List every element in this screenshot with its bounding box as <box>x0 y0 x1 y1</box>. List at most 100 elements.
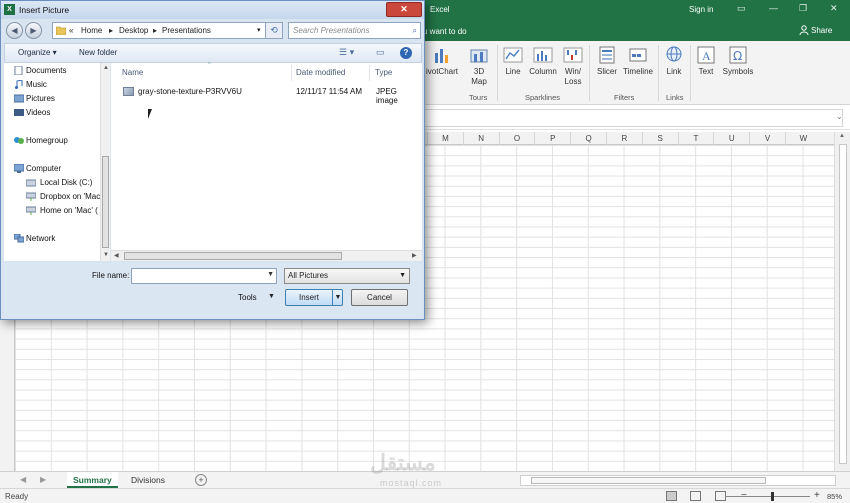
tools-menu[interactable]: Tools <box>238 293 257 302</box>
hscroll-thumb[interactable] <box>531 477 766 484</box>
zoom-slider[interactable] <box>725 496 810 497</box>
nav-videos[interactable]: Videos <box>26 108 102 117</box>
nav-pictures[interactable]: Pictures <box>26 94 102 103</box>
back-button[interactable]: ◀ <box>6 22 23 39</box>
file-list-hscrollbar[interactable]: ◀ ▶ <box>111 250 422 261</box>
column-header-name[interactable]: Name <box>122 68 143 77</box>
path-presentations[interactable]: Presentations <box>162 23 211 38</box>
prev-sheet-icon[interactable]: ◀ <box>20 475 26 484</box>
zoom-in-icon[interactable]: + <box>814 490 820 501</box>
maximize-icon[interactable]: ❐ <box>799 3 807 14</box>
forward-button[interactable]: ▶ <box>25 22 42 39</box>
zoom-slider-knob[interactable] <box>771 492 774 501</box>
column-header[interactable]: R <box>606 132 642 145</box>
scroll-left-icon[interactable]: ◀ <box>114 252 119 259</box>
chevron-down-icon[interactable]: ▼ <box>399 269 406 283</box>
file-list-scroll-thumb[interactable] <box>124 252 342 260</box>
chevron-down-icon[interactable]: ▾ <box>257 23 261 38</box>
formula-input[interactable] <box>423 109 843 127</box>
normal-view-icon[interactable] <box>666 491 677 501</box>
scroll-up-icon[interactable]: ▲ <box>103 65 109 71</box>
scroll-right-icon[interactable]: ▶ <box>412 252 417 259</box>
path-home[interactable]: Home <box>81 23 102 38</box>
organize-menu[interactable]: Organize ▾ <box>18 48 57 57</box>
column-divider[interactable] <box>369 65 370 81</box>
column-header[interactable]: W <box>785 132 821 145</box>
nav-network[interactable]: Network <box>26 234 102 243</box>
link-button[interactable]: Link <box>663 45 685 77</box>
column-header[interactable]: V <box>749 132 785 145</box>
column-header[interactable]: P <box>534 132 570 145</box>
chevron-right-icon[interactable]: ▸ <box>109 23 113 38</box>
help-icon[interactable]: ? <box>400 47 412 59</box>
column-header[interactable]: O <box>498 132 535 145</box>
nav-music[interactable]: Music <box>26 80 102 89</box>
text-button[interactable]: A Text <box>694 45 718 77</box>
scroll-up-icon[interactable]: ▲ <box>839 133 845 139</box>
file-name[interactable]: gray-stone-texture-P3RVV6U <box>138 87 242 96</box>
scroll-down-icon[interactable]: ▼ <box>103 252 109 258</box>
minimize-icon[interactable]: — <box>769 3 778 13</box>
nav-local-disk[interactable]: Local Disk (C:) <box>40 178 100 187</box>
column-header[interactable]: U <box>713 132 749 145</box>
nav-homegroup[interactable]: Homegroup <box>26 136 102 145</box>
nav-computer[interactable]: Computer <box>26 164 102 173</box>
chevron-down-icon[interactable]: ▼ <box>268 293 275 300</box>
sign-in-link[interactable]: Sign in <box>689 5 713 14</box>
zoom-level[interactable]: 85% <box>827 492 842 501</box>
close-window-icon[interactable]: ✕ <box>830 3 838 14</box>
column-header[interactable]: Q <box>570 132 606 145</box>
vertical-scrollbar[interactable]: ▲ <box>834 132 850 471</box>
scroll-thumb[interactable] <box>839 144 847 464</box>
nav-documents[interactable]: Documents <box>26 66 102 75</box>
tell-me-box[interactable]: u want to do <box>423 27 467 36</box>
chevron-down-icon[interactable]: ▼ <box>267 271 274 278</box>
refresh-icon[interactable]: ⟲ <box>266 22 283 39</box>
nav-scroll-thumb[interactable] <box>102 156 109 248</box>
nav-scrollbar[interactable]: ▲ ▼ <box>100 63 110 261</box>
nav-dropbox-mac[interactable]: Dropbox on 'Mac' <box>40 192 100 201</box>
horizontal-scrollbar[interactable] <box>520 475 836 486</box>
path-overflow[interactable]: « <box>69 23 73 38</box>
next-sheet-icon[interactable]: ▶ <box>40 475 46 484</box>
add-sheet-button[interactable]: + <box>195 474 207 486</box>
insert-button[interactable]: Insert ▼ <box>285 289 343 306</box>
sheet-tab-summary[interactable]: Summary <box>67 472 118 488</box>
file-row[interactable]: gray-stone-texture-P3RVV6U 12/11/17 11:5… <box>123 85 419 105</box>
dialog-close-button[interactable]: ✕ <box>386 2 422 17</box>
share-button[interactable]: Share <box>811 26 832 35</box>
page-layout-icon[interactable] <box>690 491 701 501</box>
sparkline-winloss-button[interactable]: Win/ Loss <box>562 45 584 87</box>
file-type-filter[interactable]: All Pictures ▼ <box>284 268 410 284</box>
expand-formula-icon[interactable]: ⌄ <box>836 112 843 121</box>
column-header[interactable]: S <box>641 132 678 145</box>
slicer-button[interactable]: Slicer <box>594 45 620 77</box>
new-folder-button[interactable]: New folder <box>79 48 117 57</box>
column-header[interactable]: M <box>427 132 463 145</box>
timeline-button[interactable]: Timeline <box>622 45 654 77</box>
column-divider[interactable] <box>291 65 292 81</box>
symbols-button[interactable]: Ω Symbols <box>721 45 755 77</box>
address-path[interactable]: « Home ▸ Desktop ▸ Presentations ▾ <box>52 22 266 39</box>
winloss-sub: Loss <box>564 77 582 86</box>
insert-options-chevron-icon[interactable]: ▼ <box>332 290 343 305</box>
column-header-type[interactable]: Type <box>375 68 392 77</box>
search-input[interactable]: Search Presentations ⌕ <box>288 22 421 39</box>
preview-pane-icon[interactable]: ▭ <box>376 47 385 58</box>
nav-home-mac[interactable]: Home on 'Mac' ( <box>40 206 100 215</box>
search-icon[interactable]: ⌕ <box>413 23 417 38</box>
column-header[interactable]: T <box>677 132 714 145</box>
column-header-date[interactable]: Date modified <box>296 68 345 77</box>
file-name-input[interactable]: ▼ <box>131 268 277 284</box>
path-desktop[interactable]: Desktop <box>119 23 148 38</box>
ribbon-display-icon[interactable]: ▭ <box>737 3 746 14</box>
3d-map-button[interactable]: 3D Map <box>467 45 491 87</box>
pivotchart-button[interactable]: ivotChart <box>424 45 460 77</box>
sparkline-line-button[interactable]: Line <box>501 45 525 77</box>
sparkline-column-button[interactable]: Column <box>527 45 559 77</box>
chevron-right-icon[interactable]: ▸ <box>153 23 157 38</box>
sheet-tab-divisions[interactable]: Divisions <box>125 472 171 488</box>
column-header[interactable]: N <box>462 132 499 145</box>
view-options-icon[interactable]: ☰ ▾ <box>339 47 354 58</box>
cancel-button[interactable]: Cancel <box>351 289 408 306</box>
